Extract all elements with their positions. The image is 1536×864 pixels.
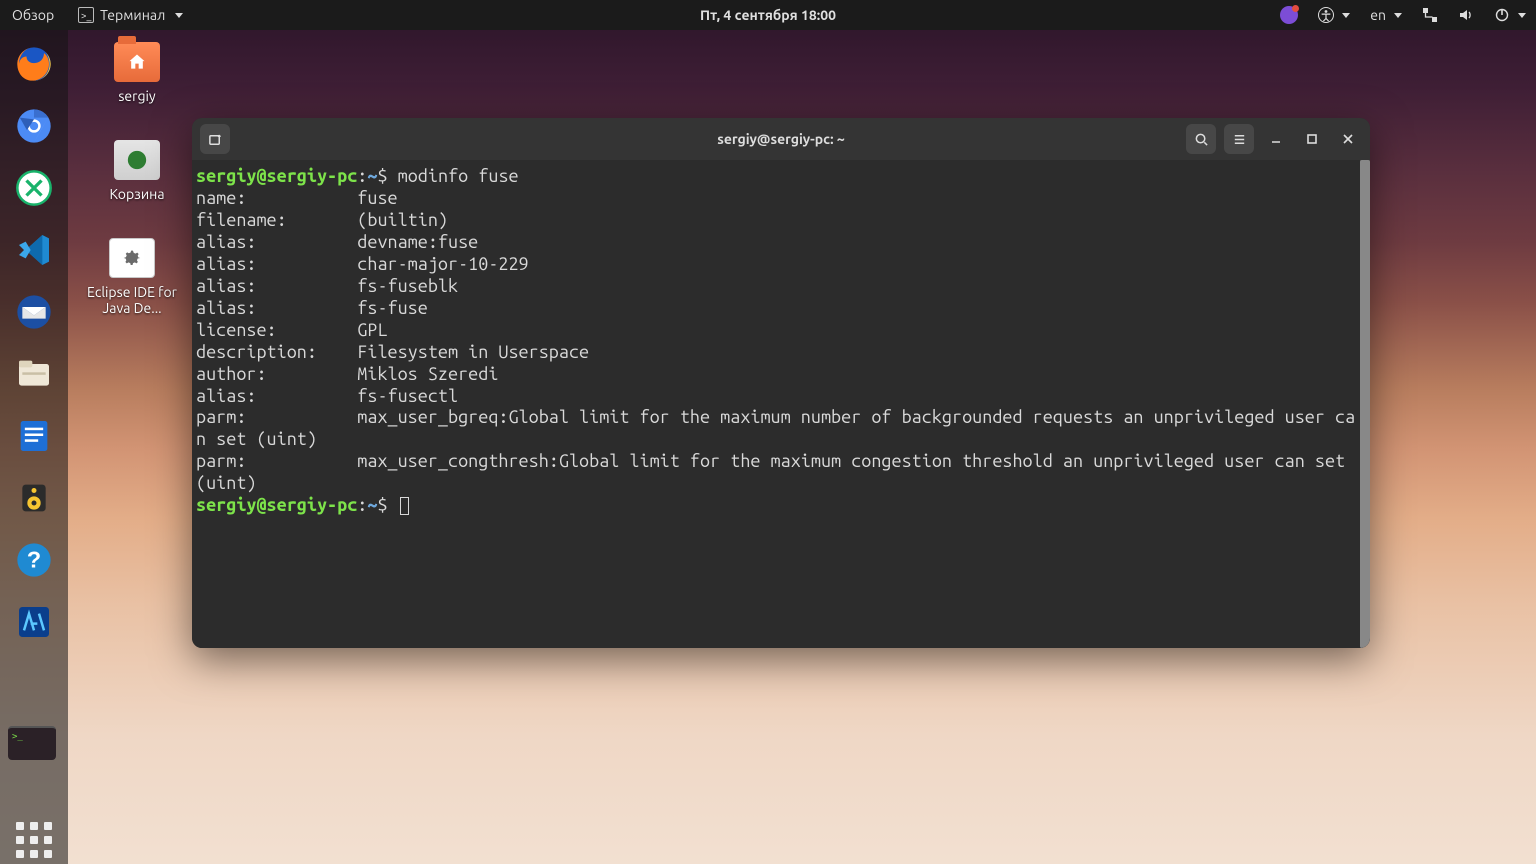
- trash-icon: [114, 140, 160, 180]
- top-panel: Обзор >_ Терминал Пт, 4 сентября 18:00 e…: [0, 0, 1536, 30]
- window-minimize-button[interactable]: [1262, 125, 1290, 153]
- dock-rhythmbox[interactable]: [10, 474, 58, 522]
- power-icon: [1494, 7, 1510, 23]
- dock-thunderbird[interactable]: [10, 288, 58, 336]
- tray-keyboard-layout[interactable]: en: [1360, 7, 1412, 23]
- firefox-icon: [14, 44, 54, 84]
- tray-accessibility[interactable]: [1308, 7, 1360, 23]
- speaker-icon: [14, 478, 54, 518]
- desktop-trash[interactable]: Корзина: [82, 140, 192, 202]
- chevron-down-icon: [1342, 13, 1350, 18]
- scrollbar-thumb[interactable]: [1360, 160, 1370, 648]
- desktop-eclipse-label: Eclipse IDE for Java De...: [72, 284, 192, 316]
- window-maximize-button[interactable]: [1298, 125, 1326, 153]
- remote-icon: [14, 168, 54, 208]
- terminal-window: sergiy@sergiy-pc: ~ sergiy@sergiy-pc:~$ …: [192, 118, 1370, 648]
- terminal-titlebar[interactable]: sergiy@sergiy-pc: ~: [192, 118, 1370, 160]
- dock: ? >_: [0, 30, 68, 864]
- network-wired-icon: [1422, 7, 1438, 23]
- writer-icon: [14, 416, 54, 456]
- volume-icon: [1458, 7, 1474, 23]
- dock-show-applications[interactable]: [10, 816, 58, 864]
- desktop-eclipse[interactable]: Eclipse IDE for Java De...: [72, 238, 192, 316]
- dock-help[interactable]: ?: [10, 536, 58, 584]
- dock-terminal-task[interactable]: >_: [8, 726, 56, 760]
- dock-remote-desktop[interactable]: [10, 164, 58, 212]
- terminal-title: sergiy@sergiy-pc: ~: [717, 131, 845, 147]
- new-tab-icon: [208, 132, 223, 147]
- tray-power[interactable]: [1484, 7, 1536, 23]
- hamburger-icon: [1232, 132, 1247, 147]
- chromium-icon: [14, 106, 54, 146]
- search-button[interactable]: [1186, 124, 1216, 154]
- chevron-down-icon: [1518, 13, 1526, 18]
- vscode-icon: [14, 230, 54, 270]
- terminal-output[interactable]: sergiy@sergiy-pc:~$ modinfo fuse name: f…: [192, 160, 1370, 648]
- new-tab-button[interactable]: [200, 124, 230, 154]
- desktop-home-label: sergiy: [82, 88, 192, 104]
- dock-vscode[interactable]: [10, 226, 58, 274]
- help-icon: ?: [14, 540, 54, 580]
- svg-text:?: ?: [27, 547, 41, 573]
- lang-label: en: [1370, 7, 1386, 23]
- viber-icon: [1280, 6, 1298, 24]
- hamburger-menu-button[interactable]: [1224, 124, 1254, 154]
- terminal-icon: >_: [78, 7, 94, 23]
- clock[interactable]: Пт, 4 сентября 18:00: [700, 7, 836, 23]
- dock-chromium[interactable]: [10, 102, 58, 150]
- activities-button[interactable]: Обзор: [0, 0, 66, 30]
- terminal-thumb-icon: >_: [12, 732, 23, 742]
- minimize-icon: [1270, 133, 1282, 145]
- app-menu-label: Терминал: [100, 7, 165, 23]
- tray-network[interactable]: [1412, 7, 1448, 23]
- thunderbird-icon: [14, 292, 54, 332]
- files-icon: [14, 354, 54, 394]
- chevron-down-icon: [175, 13, 183, 18]
- desktop-trash-label: Корзина: [82, 186, 192, 202]
- window-close-button[interactable]: [1334, 125, 1362, 153]
- activities-label: Обзор: [12, 7, 54, 23]
- search-icon: [1194, 132, 1209, 147]
- desktop-home-folder[interactable]: sergiy: [82, 42, 192, 104]
- app-menu-button[interactable]: >_ Терминал: [66, 0, 195, 30]
- maximize-icon: [1306, 133, 1318, 145]
- scrollbar-track[interactable]: [1360, 160, 1370, 648]
- tray-volume[interactable]: [1448, 7, 1484, 23]
- desktop-launcher-icon: [109, 238, 155, 278]
- dock-firefox[interactable]: [10, 40, 58, 88]
- virtualbox-icon: [14, 602, 54, 642]
- clock-label: Пт, 4 сентября 18:00: [700, 7, 836, 23]
- dock-files[interactable]: [10, 350, 58, 398]
- accessibility-icon: [1318, 7, 1334, 23]
- tray-viber[interactable]: [1270, 6, 1308, 24]
- dock-libreoffice-writer[interactable]: [10, 412, 58, 460]
- dock-virtualbox[interactable]: [10, 598, 58, 646]
- close-icon: [1342, 133, 1354, 145]
- folder-home-icon: [114, 42, 160, 82]
- chevron-down-icon: [1394, 13, 1402, 18]
